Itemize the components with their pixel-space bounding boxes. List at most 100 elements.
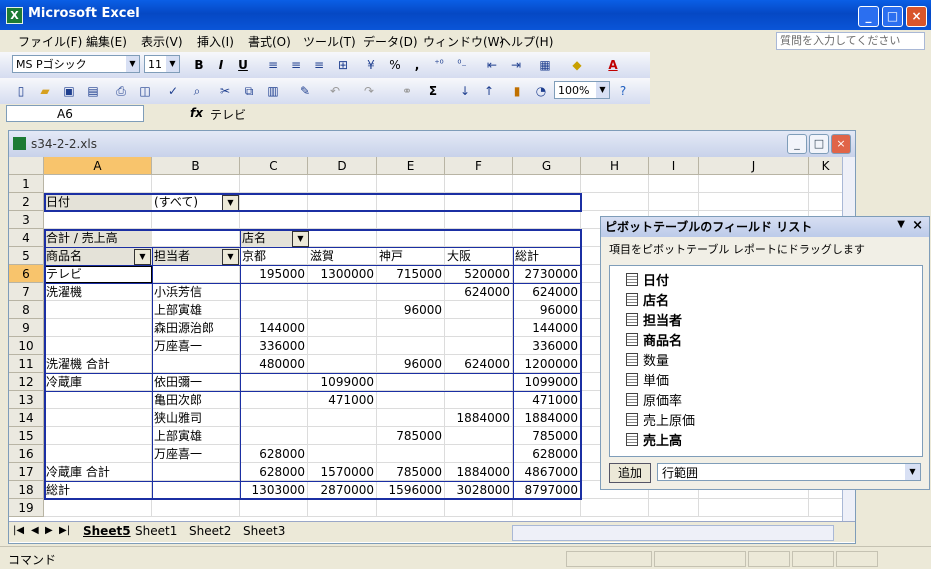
- font-name-select[interactable]: MS Pゴシック ▼: [12, 55, 140, 73]
- grid-cell[interactable]: [44, 499, 152, 517]
- grid-cell[interactable]: [152, 211, 240, 229]
- row-header[interactable]: 5: [9, 247, 44, 265]
- chevron-down-icon[interactable]: ▼: [897, 219, 905, 230]
- workbook-maximize-button[interactable]: □: [809, 134, 829, 154]
- research-icon[interactable]: ⌕: [188, 82, 206, 100]
- column-header[interactable]: H: [581, 157, 649, 175]
- row-header[interactable]: 8: [9, 301, 44, 319]
- menu-view[interactable]: 表示(V): [141, 33, 183, 50]
- menu-data[interactable]: データ(D): [363, 33, 418, 50]
- row-header[interactable]: 17: [9, 463, 44, 481]
- formula-input[interactable]: テレビ: [210, 106, 246, 123]
- add-button[interactable]: 追加: [609, 463, 651, 483]
- decrease-decimal-icon[interactable]: ⁰₋: [453, 56, 471, 74]
- row-header[interactable]: 13: [9, 391, 44, 409]
- row-header[interactable]: 16: [9, 445, 44, 463]
- workbook-minimize-button[interactable]: _: [787, 134, 807, 154]
- column-header[interactable]: J: [699, 157, 809, 175]
- fx-icon[interactable]: fx: [190, 106, 203, 120]
- drawing-icon[interactable]: ◔: [532, 82, 550, 100]
- prev-sheet-icon[interactable]: ◀: [31, 525, 39, 536]
- format-painter-icon[interactable]: ✎: [296, 82, 314, 100]
- column-header[interactable]: B: [152, 157, 240, 175]
- font-size-select[interactable]: 11 ▼: [144, 55, 180, 73]
- field-item[interactable]: 店名: [626, 290, 669, 309]
- grid-cell[interactable]: [152, 499, 240, 517]
- grid-cell[interactable]: [377, 193, 445, 211]
- row-header[interactable]: 1: [9, 175, 44, 193]
- name-box[interactable]: A6: [6, 105, 144, 122]
- save-icon[interactable]: ▣: [60, 82, 78, 100]
- grid-cell[interactable]: [240, 499, 308, 517]
- grid-cell[interactable]: [377, 175, 445, 193]
- sheet-tab-sheet5[interactable]: Sheet5: [83, 524, 131, 538]
- area-select[interactable]: 行範囲 ▼: [657, 463, 921, 481]
- sheet-tab-sheet3[interactable]: Sheet3: [243, 524, 285, 538]
- column-header[interactable]: G: [513, 157, 581, 175]
- grid-cell[interactable]: [445, 229, 513, 247]
- grid-cell[interactable]: [809, 175, 843, 193]
- underline-button[interactable]: U: [234, 56, 252, 74]
- field-item[interactable]: 担当者: [626, 310, 682, 329]
- column-header[interactable]: F: [445, 157, 513, 175]
- grid-cell[interactable]: [649, 499, 699, 517]
- grid-cell[interactable]: [513, 175, 581, 193]
- grid-cell[interactable]: [44, 211, 152, 229]
- grid-cell[interactable]: [308, 499, 377, 517]
- grid-cell[interactable]: [240, 175, 308, 193]
- grid-cell[interactable]: [513, 499, 581, 517]
- row-header[interactable]: 12: [9, 373, 44, 391]
- field-list[interactable]: 日付 店名 担当者 商品名 数量 単価 原価率 売上原価 売上高: [609, 265, 923, 457]
- spelling-icon[interactable]: ✓: [164, 82, 182, 100]
- sheet-tab-sheet1[interactable]: Sheet1: [135, 524, 177, 538]
- workbook-close-button[interactable]: ×: [831, 134, 851, 154]
- grid-cell[interactable]: [44, 175, 152, 193]
- align-left-icon[interactable]: ≡: [264, 56, 282, 74]
- percent-button[interactable]: %: [386, 56, 404, 74]
- redo-icon[interactable]: ↷: [360, 82, 378, 100]
- page-field-dropdown[interactable]: ▼: [222, 195, 239, 211]
- grid-cell[interactable]: [377, 211, 445, 229]
- italic-button[interactable]: I: [212, 56, 230, 74]
- row-header[interactable]: 18: [9, 481, 44, 499]
- align-right-icon[interactable]: ≡: [310, 56, 328, 74]
- row-header[interactable]: 2: [9, 193, 44, 211]
- menu-help[interactable]: ヘルプ(H): [499, 33, 553, 50]
- row-header[interactable]: 10: [9, 337, 44, 355]
- grid-cell[interactable]: [445, 193, 513, 211]
- menu-edit[interactable]: 編集(E): [86, 33, 127, 50]
- grid-cell[interactable]: [581, 175, 649, 193]
- permission-icon[interactable]: ▤: [84, 82, 102, 100]
- row-field-dropdown[interactable]: ▼: [222, 249, 239, 265]
- grid-cell[interactable]: [513, 211, 581, 229]
- close-icon[interactable]: ×: [912, 218, 923, 233]
- column-header[interactable]: I: [649, 157, 699, 175]
- field-item[interactable]: 原価率: [626, 390, 682, 409]
- increase-indent-icon[interactable]: ⇥: [507, 56, 525, 74]
- close-button[interactable]: ×: [906, 6, 927, 27]
- select-all-corner[interactable]: [9, 157, 44, 175]
- zoom-select[interactable]: 100% ▼: [554, 81, 610, 99]
- menu-insert[interactable]: 挿入(I): [197, 33, 234, 50]
- cut-icon[interactable]: ✂: [216, 82, 234, 100]
- row-header[interactable]: 19: [9, 499, 44, 517]
- grid-cell[interactable]: [308, 175, 377, 193]
- grid-cell[interactable]: [308, 211, 377, 229]
- field-item[interactable]: 売上高: [626, 430, 682, 449]
- row-header[interactable]: 14: [9, 409, 44, 427]
- chart-wizard-icon[interactable]: ▮: [508, 82, 526, 100]
- grid-cell[interactable]: [308, 193, 377, 211]
- fill-color-icon[interactable]: ◆: [568, 56, 586, 74]
- maximize-button[interactable]: □: [882, 6, 903, 27]
- field-item[interactable]: 売上原価: [626, 410, 695, 429]
- merge-center-icon[interactable]: ⊞: [334, 56, 352, 74]
- column-header[interactable]: C: [240, 157, 308, 175]
- sort-ascending-icon[interactable]: ↓: [456, 82, 474, 100]
- font-color-icon[interactable]: A: [604, 56, 622, 74]
- grid-cell[interactable]: [513, 193, 581, 211]
- grid-cell[interactable]: [445, 211, 513, 229]
- autosum-icon[interactable]: Σ: [424, 82, 442, 100]
- grid-cell[interactable]: [699, 175, 809, 193]
- help-question-input[interactable]: 質問を入力してください: [776, 32, 925, 50]
- open-folder-icon[interactable]: ▰: [36, 82, 54, 100]
